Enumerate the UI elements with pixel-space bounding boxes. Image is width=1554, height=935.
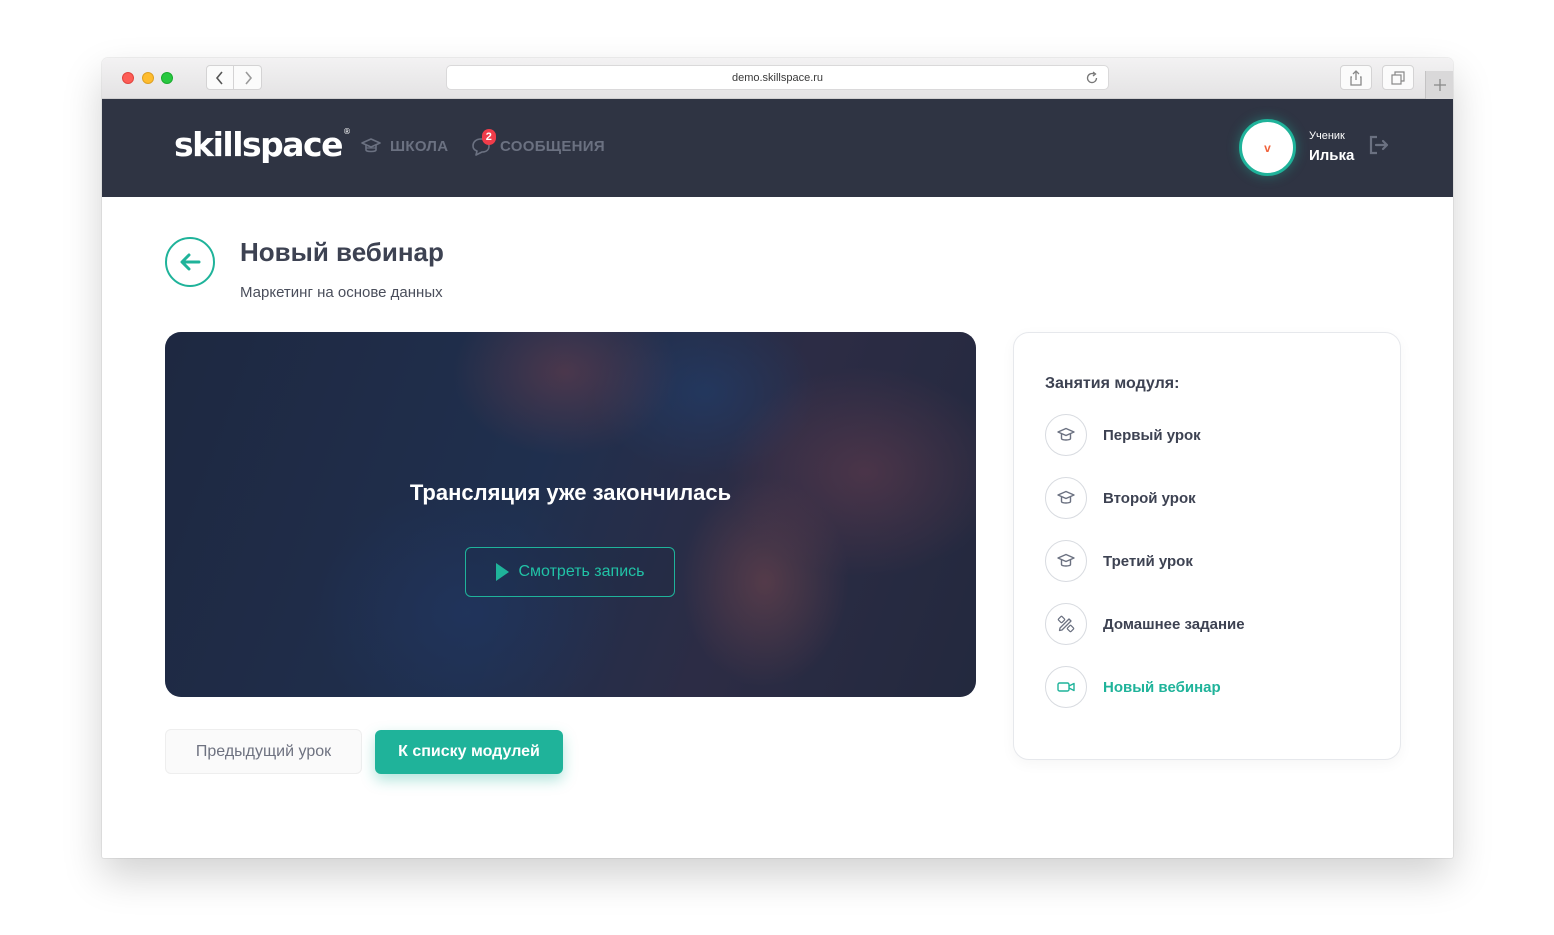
logo-text: skillspace xyxy=(174,125,344,164)
lesson-item-first[interactable]: Первый урок xyxy=(1045,414,1201,456)
nav-item-school[interactable]: ШКОЛА xyxy=(360,135,448,157)
logo-registered-mark: ® xyxy=(343,127,351,136)
arrow-left-icon xyxy=(180,253,201,271)
page-subtitle: Маркетинг на основе данных xyxy=(240,284,443,301)
pencil-ruler-icon xyxy=(1045,603,1087,645)
video-camera-icon xyxy=(1045,666,1087,708)
lesson-item-webinar[interactable]: Новый вебинар xyxy=(1045,666,1221,708)
lesson-item-third[interactable]: Третий урок xyxy=(1045,540,1193,582)
new-tab-button[interactable] xyxy=(1425,71,1453,99)
module-lessons-card: Занятия модуля: Первый урок Второй урок … xyxy=(1013,332,1401,760)
watch-recording-label: Смотреть запись xyxy=(518,563,645,580)
page-title: Новый вебинар xyxy=(240,237,444,267)
messages-count-badge: 2 xyxy=(482,129,496,145)
lesson-label: Новый вебинар xyxy=(1103,678,1221,696)
lesson-label: Первый урок xyxy=(1103,426,1201,444)
graduation-cap-icon xyxy=(360,135,382,157)
show-tabs-button[interactable] xyxy=(1382,65,1414,90)
modules-list-button[interactable]: К списку модулей xyxy=(375,730,563,774)
avatar-initial: v xyxy=(1264,140,1271,155)
graduation-cap-icon xyxy=(1045,414,1087,456)
browser-toolbar: demo.skillspace.ru xyxy=(102,58,1453,99)
previous-lesson-button[interactable]: Предыдущий урок xyxy=(165,729,362,774)
previous-lesson-label: Предыдущий урок xyxy=(195,742,332,760)
nav-item-school-label: ШКОЛА xyxy=(390,137,449,155)
lesson-item-second[interactable]: Второй урок xyxy=(1045,477,1196,519)
plus-icon xyxy=(1433,79,1446,91)
user-name[interactable]: Илька xyxy=(1309,147,1354,164)
minimize-window-button[interactable] xyxy=(142,72,154,84)
watch-recording-button[interactable]: Смотреть запись xyxy=(465,547,675,597)
zoom-window-button[interactable] xyxy=(161,72,173,84)
module-lessons-title: Занятия модуля: xyxy=(1045,375,1180,392)
browser-window: demo.skillspace.ru skillspace® ШКОЛА 2 С… xyxy=(102,58,1453,858)
play-icon xyxy=(495,563,509,581)
site-header: skillspace® ШКОЛА 2 СООБЩЕНИЯ v Ученик И… xyxy=(102,99,1453,197)
chat-icon: 2 xyxy=(470,129,496,157)
back-button[interactable] xyxy=(165,237,215,287)
logout-icon[interactable] xyxy=(1367,133,1391,157)
lesson-label: Второй урок xyxy=(1103,489,1196,507)
share-icon xyxy=(1350,69,1362,86)
chevron-left-icon xyxy=(215,70,223,85)
address-bar[interactable]: demo.skillspace.ru xyxy=(446,65,1109,90)
tabs-icon xyxy=(1391,70,1405,85)
nav-item-messages-label: СООБЩЕНИЯ xyxy=(500,137,605,155)
lesson-label: Третий урок xyxy=(1103,552,1193,570)
modules-list-label: К списку модулей xyxy=(398,743,540,760)
graduation-cap-icon xyxy=(1045,477,1087,519)
close-window-button[interactable] xyxy=(122,72,134,84)
user-role: Ученик xyxy=(1309,130,1345,142)
lesson-label: Домашнее задание xyxy=(1103,615,1245,633)
share-button[interactable] xyxy=(1340,65,1372,90)
browser-back-button[interactable] xyxy=(206,65,234,90)
user-avatar[interactable]: v xyxy=(1239,119,1296,176)
address-url: demo.skillspace.ru xyxy=(731,71,824,84)
stream-ended-message: Трансляция уже закончилась xyxy=(409,480,732,505)
nav-item-messages[interactable]: 2 СООБЩЕНИЯ xyxy=(470,129,605,157)
lesson-item-homework[interactable]: Домашнее задание xyxy=(1045,603,1245,645)
webinar-player: Трансляция уже закончилась Смотреть запи… xyxy=(165,332,976,697)
skillspace-logo[interactable]: skillspace® xyxy=(174,125,351,164)
browser-forward-button[interactable] xyxy=(234,65,262,90)
graduation-cap-icon xyxy=(1045,540,1087,582)
chevron-right-icon xyxy=(244,70,252,85)
reload-icon[interactable] xyxy=(1084,70,1100,86)
